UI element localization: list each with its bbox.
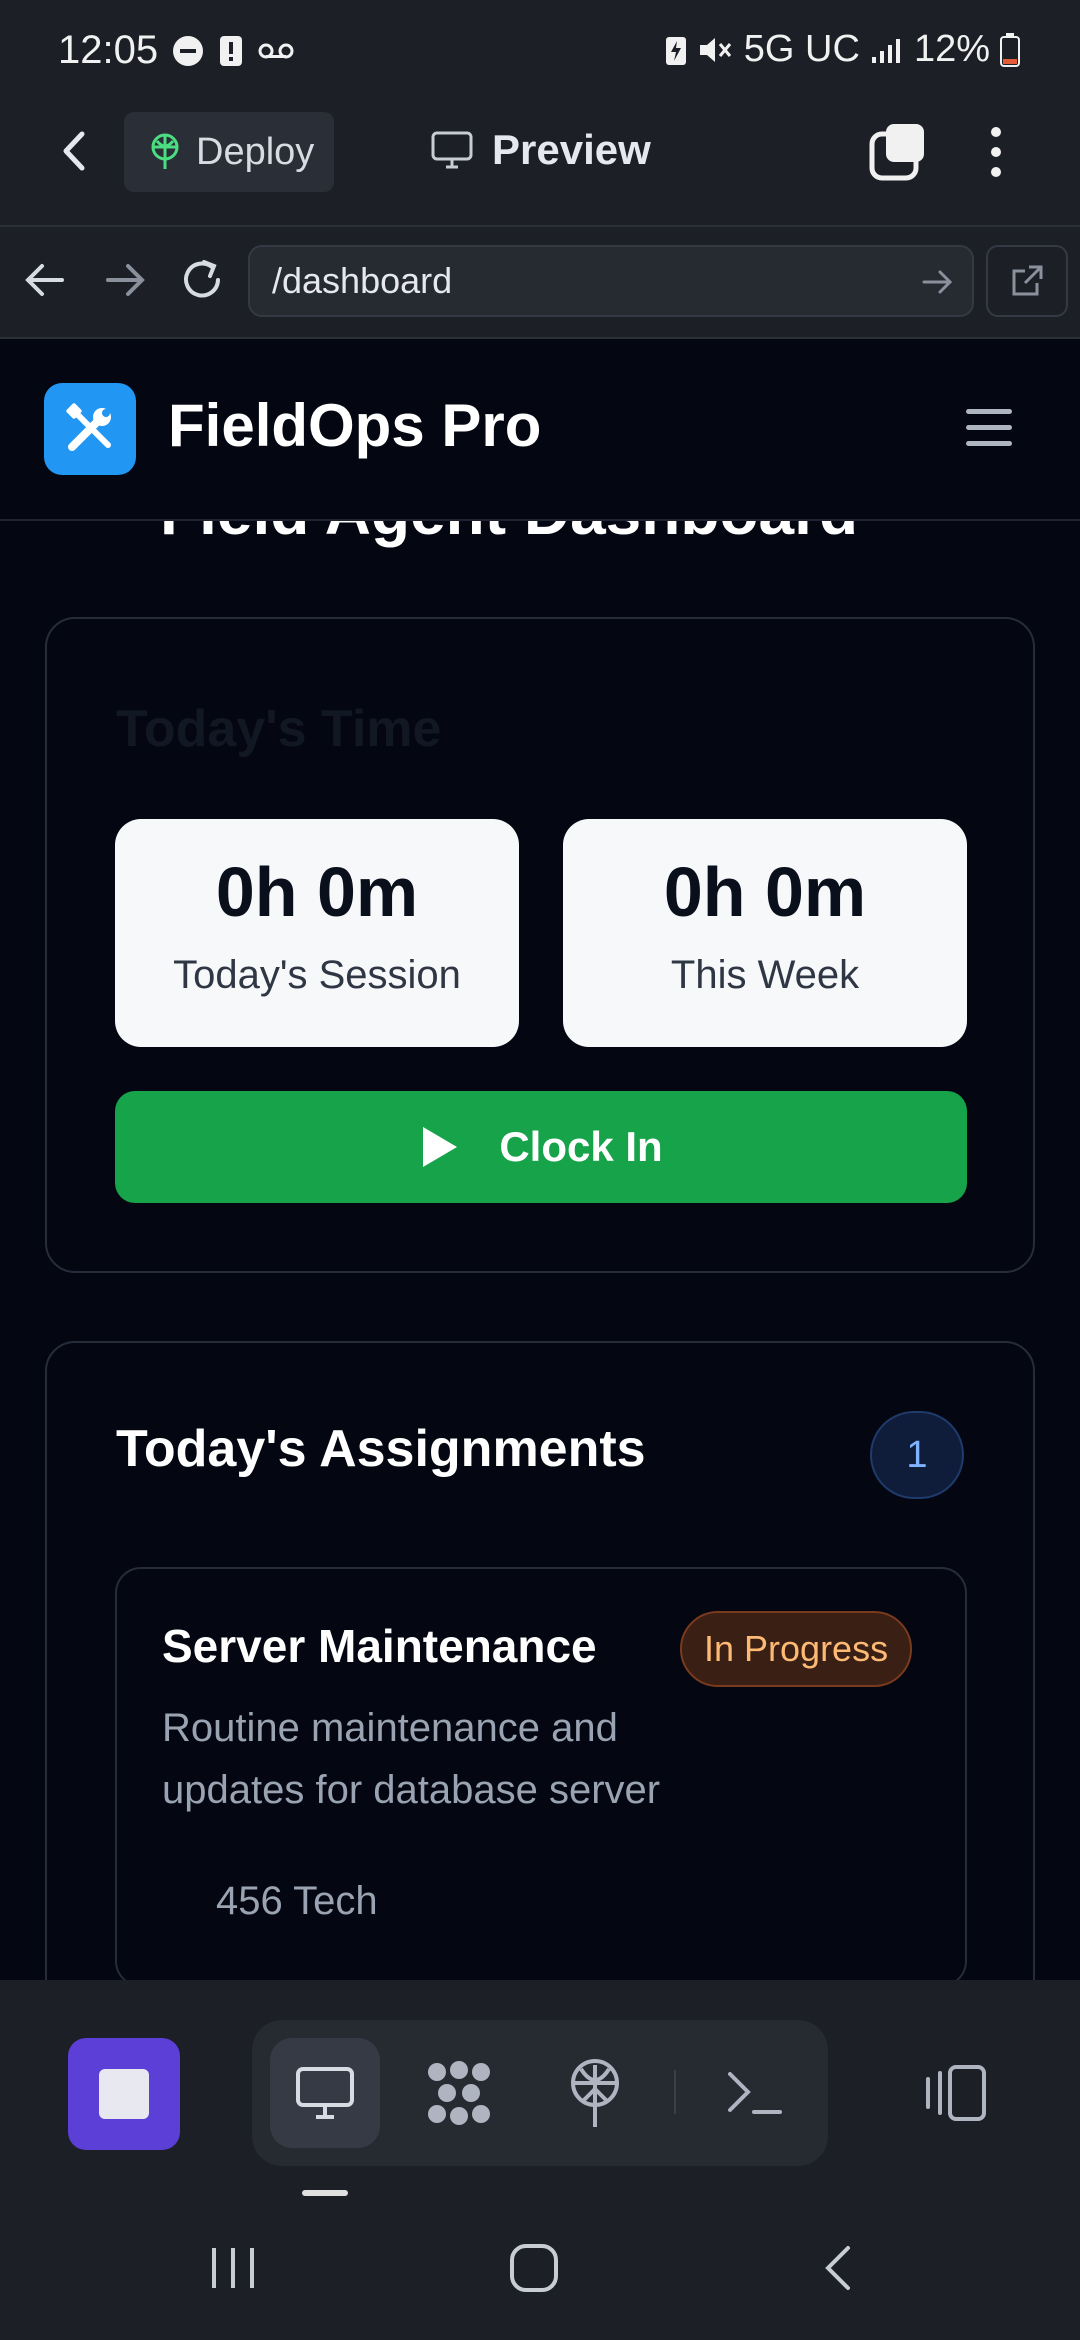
assignments-count-badge: 1 <box>870 1411 964 1499</box>
mute-icon <box>699 37 731 62</box>
site-header: FieldOps Pro <box>0 339 1080 521</box>
preview-label: Preview <box>492 126 651 173</box>
agents-tool-button[interactable] <box>404 2038 514 2148</box>
home-icon[interactable] <box>508 2242 560 2294</box>
split-view-icon <box>926 2065 986 2121</box>
external-link-icon[interactable] <box>986 245 1068 317</box>
more-icon[interactable] <box>986 124 1006 180</box>
reload-icon[interactable] <box>178 256 226 304</box>
recents-icon[interactable] <box>208 2244 258 2292</box>
status-right: 5G UC 12% <box>664 28 1020 71</box>
alert-icon <box>220 36 242 66</box>
url-text: /dashboard <box>272 260 453 301</box>
today-session-stat: 0h 0m Today's Session <box>115 819 519 1047</box>
stop-button[interactable] <box>68 2038 180 2150</box>
deploy-button[interactable]: Deploy <box>124 112 334 192</box>
play-icon <box>423 1127 458 1167</box>
this-week-stat: 0h 0m This Week <box>563 819 967 1047</box>
deploy-icon <box>151 133 179 169</box>
preview-monitor-icon <box>431 131 473 169</box>
status-left-icons <box>172 34 294 68</box>
nav-back-icon[interactable] <box>24 262 66 298</box>
deploy-tool-icon <box>571 2059 619 2127</box>
tool-divider <box>674 2070 676 2114</box>
status-badge: In Progress <box>680 1611 913 1687</box>
active-indicator <box>302 2190 348 2196</box>
network-label: 5G UC <box>743 28 860 70</box>
clock-in-label: Clock In <box>499 1123 663 1170</box>
agents-icon <box>428 2061 490 2125</box>
wrench-screwdriver-icon <box>66 403 111 451</box>
this-week-value: 0h 0m <box>663 853 867 931</box>
terminal-tool-button[interactable] <box>700 2038 810 2148</box>
assignments-title: Today's Assignments <box>116 1420 646 1478</box>
voicemail-icon <box>258 43 294 59</box>
hamburger-icon[interactable] <box>966 409 1012 457</box>
preview-tab[interactable]: Preview <box>430 126 651 174</box>
desktop-tool-button[interactable] <box>270 2038 380 2148</box>
logo[interactable] <box>44 383 136 475</box>
time-card-title: Today's Time <box>116 700 442 758</box>
brand-name: FieldOps Pro <box>168 392 542 459</box>
deploy-tool-button[interactable] <box>540 2038 650 2148</box>
deploy-label: Deploy <box>196 130 315 173</box>
desktop-icon <box>296 2067 354 2119</box>
battery-percent: 12% <box>913 28 990 70</box>
stop-icon <box>99 2069 149 2119</box>
status-time: 12:05 <box>58 28 159 72</box>
dnd-icon <box>173 36 203 66</box>
assignment-title: Server Maintenance <box>162 1620 597 1672</box>
today-session-label: Today's Session <box>173 953 461 997</box>
url-input[interactable]: /dashboard <box>248 245 974 317</box>
split-view-button[interactable] <box>900 2038 1010 2148</box>
this-week-label: This Week <box>670 953 860 997</box>
assignment-description: Routine maintenance and updates for data… <box>162 1706 661 1812</box>
system-back-icon[interactable] <box>818 2244 858 2292</box>
go-icon[interactable] <box>922 268 954 296</box>
battery-icon <box>1000 32 1020 67</box>
clock-in-button[interactable]: Clock In <box>115 1091 967 1203</box>
nav-forward-icon[interactable] <box>104 262 146 298</box>
battery-saver-icon <box>665 36 686 65</box>
signal-icon <box>871 38 900 63</box>
web-page: FieldOps Pro Field Agent Dashboard Today… <box>0 339 1080 1980</box>
back-icon[interactable] <box>50 126 100 176</box>
tabs-icon[interactable] <box>868 122 928 182</box>
terminal-icon <box>728 2072 782 2114</box>
assignment-address: 456 Tech <box>216 1879 378 1923</box>
today-session-value: 0h 0m <box>215 853 419 931</box>
